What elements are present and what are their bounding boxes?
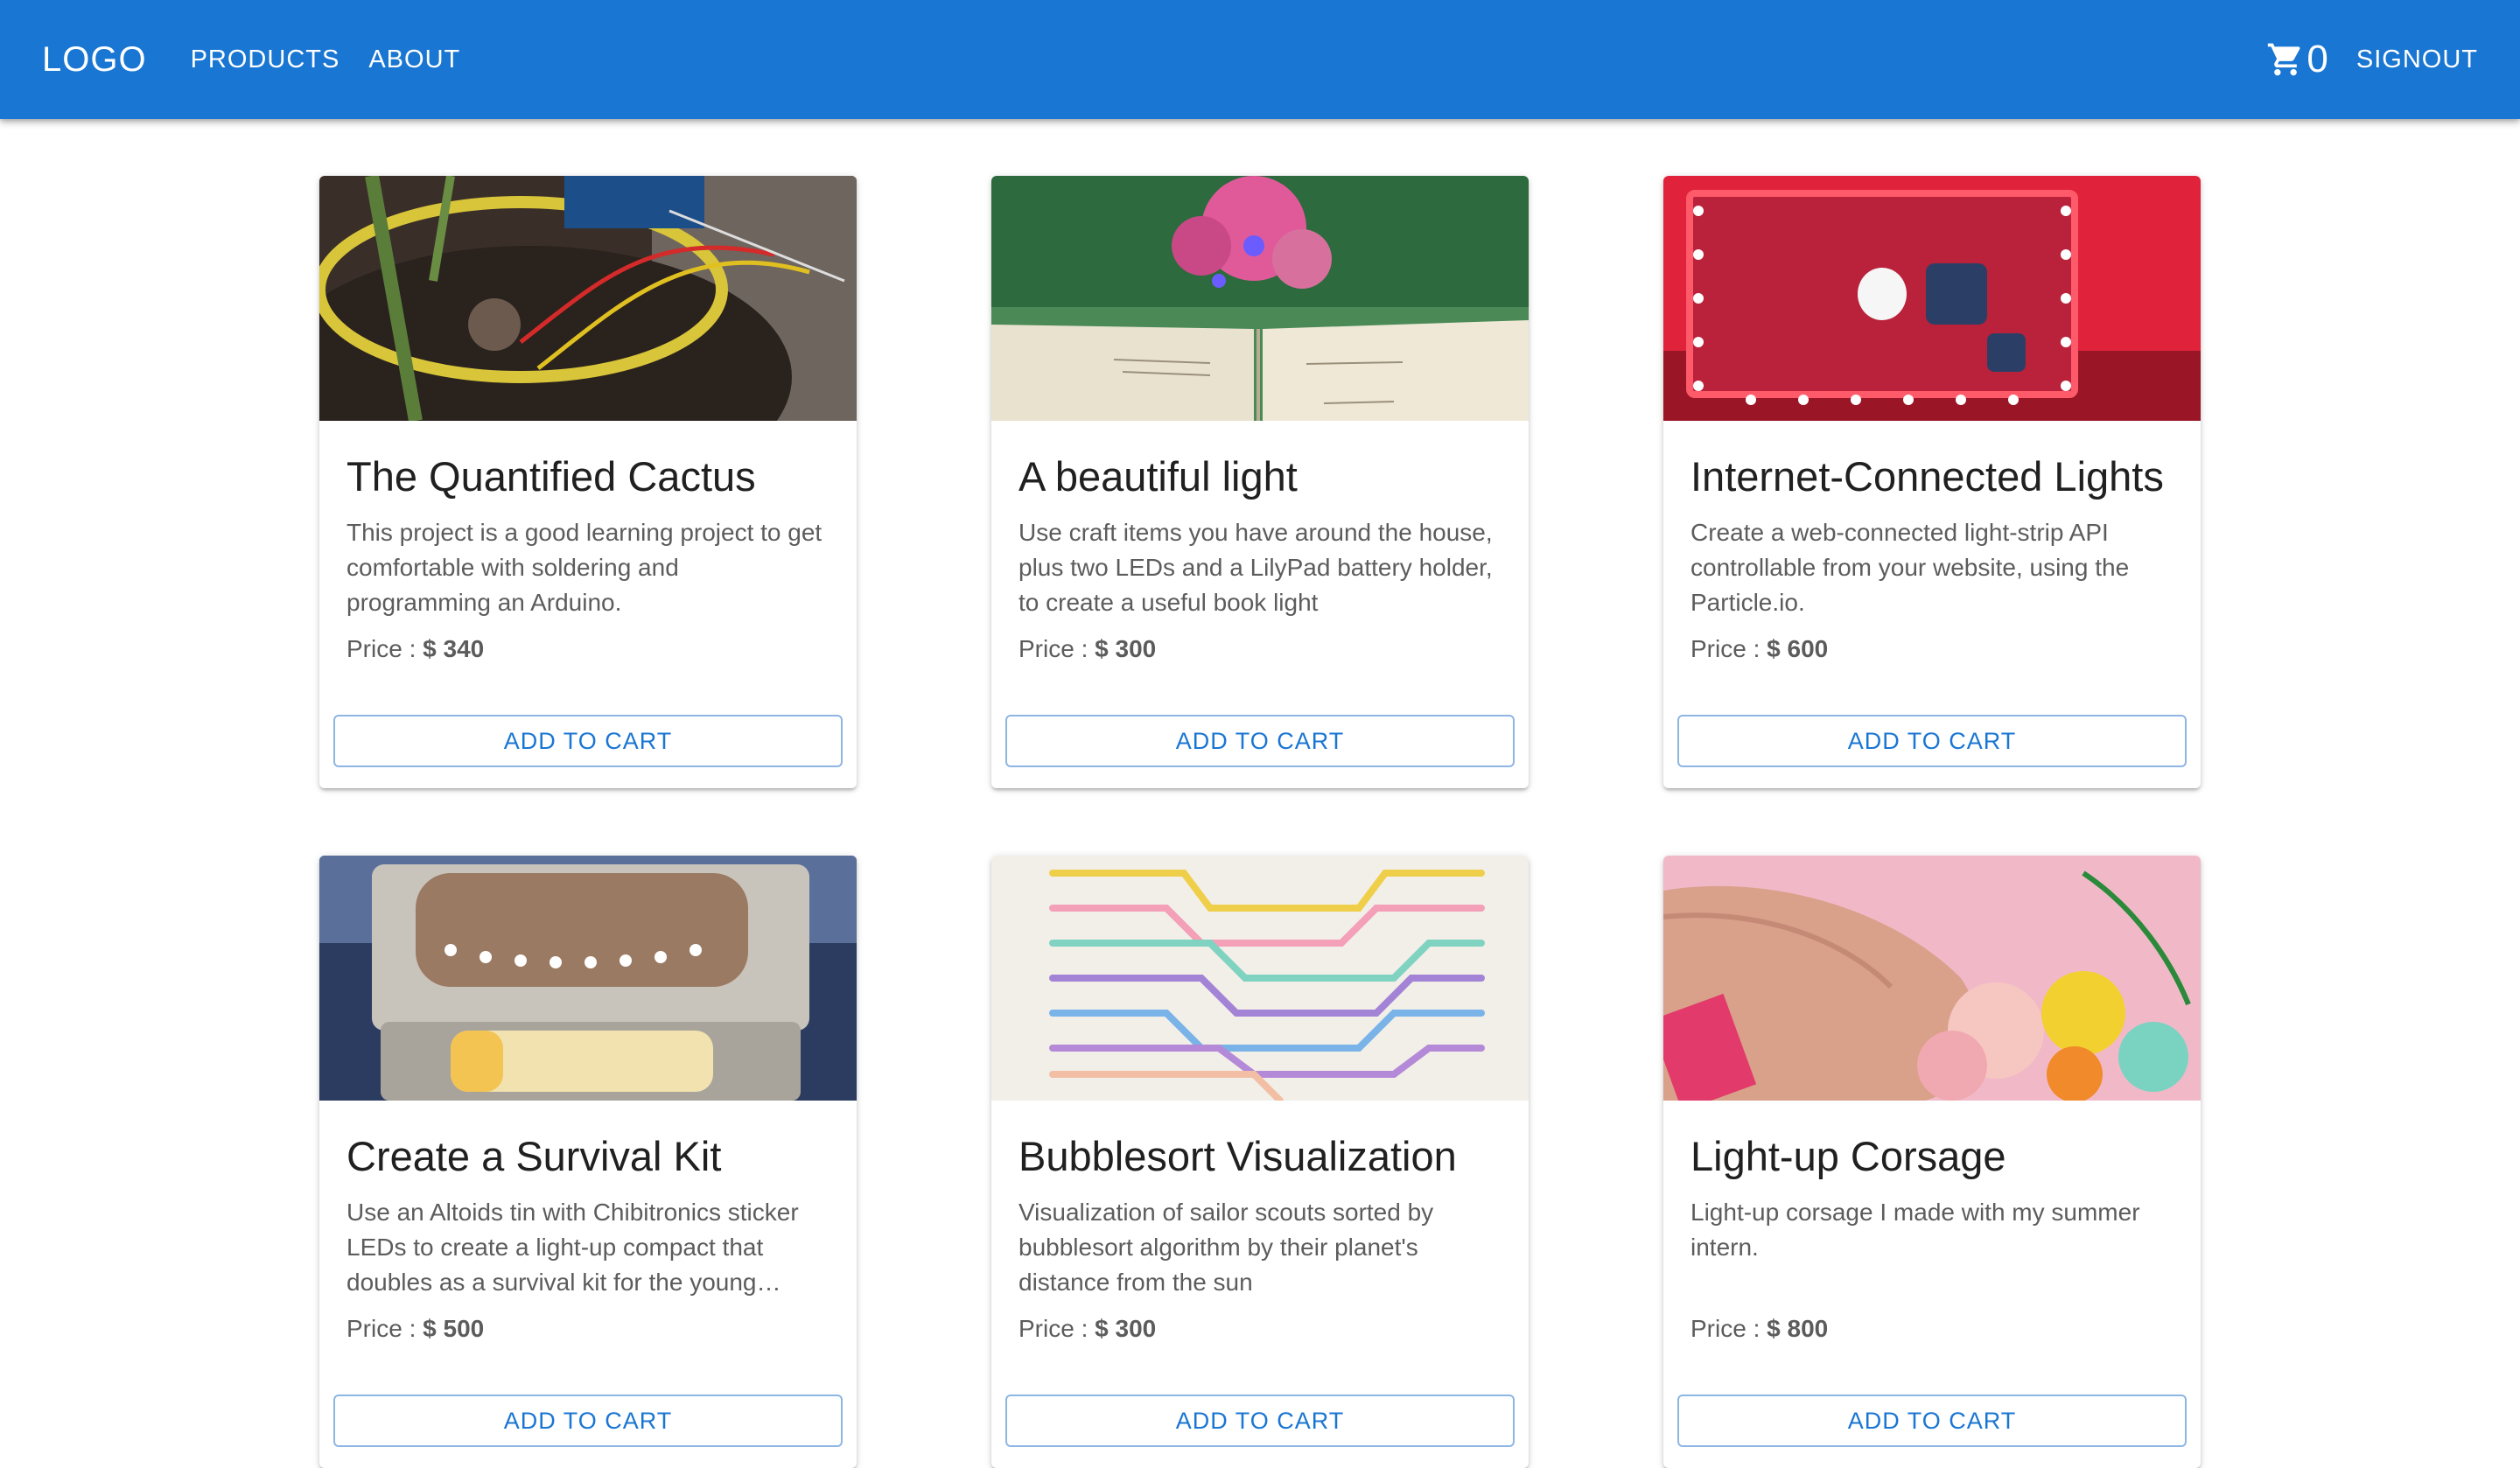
product-price: Price : $ 500 (346, 1315, 830, 1343)
price-value: $ 800 (1767, 1315, 1829, 1343)
product-card: Bubblesort Visualization Visualization o… (991, 856, 1529, 1468)
product-image-cactus (319, 176, 857, 421)
add-to-cart-button[interactable]: ADD TO CART (1005, 1395, 1515, 1447)
price-value: $ 300 (1095, 635, 1157, 663)
cart-count: 0 (2306, 38, 2328, 80)
product-image-bubblesort (991, 856, 1529, 1101)
product-title: Create a Survival Kit (346, 1133, 722, 1179)
price-value: $ 500 (423, 1315, 485, 1343)
product-card: Light-up Corsage Light-up corsage I made… (1663, 856, 2201, 1468)
product-price: Price : $ 800 (1690, 1315, 2174, 1343)
card-content: The Quantified Cactus This project is a … (319, 421, 857, 663)
product-title: Bubblesort Visualization (1018, 1133, 1457, 1179)
price-label: Price : (346, 1315, 424, 1343)
product-title: The Quantified Cactus (346, 453, 756, 500)
add-to-cart-button[interactable]: ADD TO CART (1677, 715, 2187, 767)
product-image-lights (1663, 176, 2201, 421)
price-label: Price : (1690, 1315, 1768, 1343)
product-image-book-light (991, 176, 1529, 421)
price-label: Price : (1018, 1315, 1096, 1343)
price-label: Price : (1690, 635, 1768, 663)
add-to-cart-button[interactable]: ADD TO CART (1005, 715, 1515, 767)
product-title: Light-up Corsage (1690, 1133, 2006, 1179)
nav-products-link[interactable]: PRODUCTS (191, 45, 340, 74)
product-description: Light-up corsage I made with my summer i… (1690, 1199, 2140, 1262)
add-to-cart-button[interactable]: ADD TO CART (333, 715, 843, 767)
logo[interactable]: LOGO (42, 40, 147, 80)
product-price: Price : $ 340 (346, 635, 830, 663)
nav-about-link[interactable]: ABOUT (368, 45, 460, 74)
app-bar: LOGO PRODUCTS ABOUT 0 SIGNOUT (0, 0, 2520, 119)
product-price: Price : $ 300 (1018, 635, 1502, 663)
product-price: Price : $ 600 (1690, 635, 2174, 663)
cart-button[interactable]: 0 (2266, 38, 2328, 81)
product-description: Create a web-connected light-strip API c… (1690, 519, 2130, 617)
signout-button[interactable]: SIGNOUT (2356, 45, 2478, 74)
price-label: Price : (346, 635, 424, 663)
card-content: Light-up Corsage Light-up corsage I made… (1663, 1101, 2201, 1343)
shopping-cart-icon (2266, 40, 2305, 79)
product-description: Use an Altoids tin with Chibitronics sti… (346, 1199, 799, 1297)
product-card: The Quantified Cactus This project is a … (319, 176, 857, 788)
product-price: Price : $ 300 (1018, 1315, 1502, 1343)
price-value: $ 340 (423, 635, 485, 663)
product-grid: The Quantified Cactus This project is a … (319, 176, 2202, 1468)
product-title: Internet-Connected Lights (1690, 453, 2164, 500)
product-card: Internet-Connected Lights Create a web-c… (1663, 176, 2201, 788)
card-content: A beautiful light Use craft items you ha… (991, 421, 1529, 663)
price-label: Price : (1018, 635, 1096, 663)
product-description: This project is a good learning project … (346, 519, 822, 617)
card-content: Create a Survival Kit Use an Altoids tin… (319, 1101, 857, 1343)
product-image-corsage (1663, 856, 2201, 1101)
product-title: A beautiful light (1018, 453, 1298, 500)
product-description: Visualization of sailor scouts sorted by… (1018, 1199, 1434, 1297)
product-card: Create a Survival Kit Use an Altoids tin… (319, 856, 857, 1468)
price-value: $ 600 (1767, 635, 1829, 663)
card-content: Internet-Connected Lights Create a web-c… (1663, 421, 2201, 663)
product-description: Use craft items you have around the hous… (1018, 519, 1493, 617)
card-content: Bubblesort Visualization Visualization o… (991, 1101, 1529, 1343)
product-image-survival-kit (319, 856, 857, 1101)
price-value: $ 300 (1095, 1315, 1157, 1343)
add-to-cart-button[interactable]: ADD TO CART (1677, 1395, 2187, 1447)
product-card: A beautiful light Use craft items you ha… (991, 176, 1529, 788)
add-to-cart-button[interactable]: ADD TO CART (333, 1395, 843, 1447)
